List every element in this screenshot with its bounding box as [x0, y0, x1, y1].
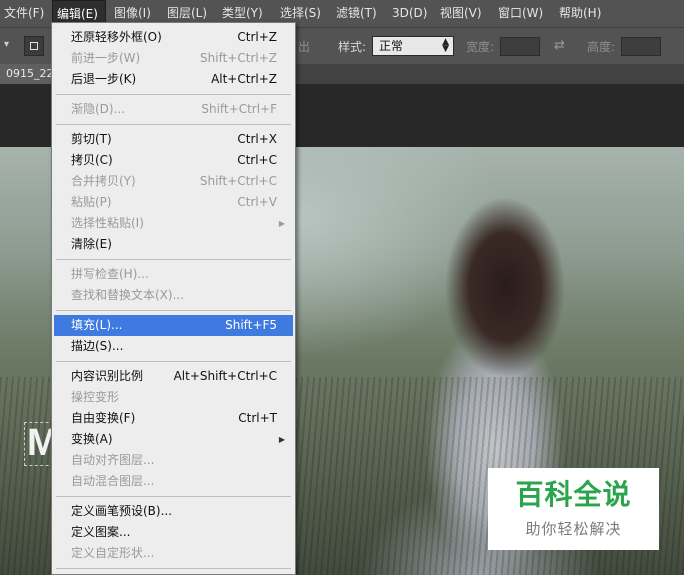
menu-item-shortcut: Shift+Ctrl+F: [201, 102, 277, 116]
menu-3d[interactable]: 3D(D): [388, 0, 431, 27]
height-label: 高度:: [587, 40, 616, 54]
menu-item-shortcut: Shift+Ctrl+C: [199, 174, 277, 188]
new-selection-icon[interactable]: [24, 36, 44, 56]
menu-item-define-custom-shape[interactable]: 定义自定形状...: [54, 543, 293, 564]
menu-item-auto-align-layers[interactable]: 自动对齐图层...: [54, 450, 293, 471]
menu-item-label: 自动混合图层...: [71, 474, 155, 488]
tool-preset-dropdown-icon[interactable]: ▾: [4, 39, 12, 51]
menu-separator: [56, 361, 291, 362]
menu-item-label: 定义图案...: [71, 525, 131, 539]
menu-item-copy[interactable]: 拷贝(C) Ctrl+C: [54, 150, 293, 171]
menu-item-shortcut: Alt+Shift+Ctrl+C: [173, 369, 277, 383]
menu-item-label: 描边(S)...: [71, 339, 124, 353]
menu-item-label: 自动对齐图层...: [71, 453, 155, 467]
swap-width-height-icon[interactable]: ⇄: [554, 38, 565, 53]
menu-item-shortcut: Ctrl+T: [238, 411, 277, 425]
menu-item-free-transform[interactable]: 自由变换(F) Ctrl+T: [54, 408, 293, 429]
menu-item-label: 拼写检查(H)...: [71, 267, 149, 281]
menu-item-transform[interactable]: 变换(A) ▶: [54, 429, 293, 450]
menu-item-cut[interactable]: 剪切(T) Ctrl+X: [54, 129, 293, 150]
menu-item-label: 前进一步(W): [71, 51, 141, 65]
menu-item-paste[interactable]: 粘贴(P) Ctrl+V: [54, 192, 293, 213]
document-tab[interactable]: 0915_22: [0, 64, 52, 84]
refine-edge-partial-label[interactable]: 出: [298, 38, 310, 55]
menu-item-shortcut: Ctrl+V: [237, 195, 277, 209]
menu-separator: [56, 259, 291, 260]
menu-item-label: 内容识别比例: [71, 369, 144, 383]
menu-item-label: 后退一步(K): [71, 72, 137, 86]
menu-item-shortcut: Shift+F5: [225, 318, 277, 332]
menu-separator: [56, 94, 291, 95]
menu-item-copy-merged[interactable]: 合并拷贝(Y) Shift+Ctrl+C: [54, 171, 293, 192]
menu-item-label: 粘贴(P): [71, 195, 112, 209]
menu-file[interactable]: 文件(F): [0, 0, 48, 27]
menu-item-label: 填充(L)...: [71, 318, 123, 332]
menu-item-label: 定义自定形状...: [71, 546, 155, 560]
text-layer-selection[interactable]: M: [24, 422, 54, 466]
menu-item-paste-special[interactable]: 选择性粘贴(I) ▶: [54, 213, 293, 234]
style-select[interactable]: 正常 ▲ ▼: [372, 36, 454, 56]
menu-separator: [56, 496, 291, 497]
menu-item-shortcut: Alt+Ctrl+Z: [211, 72, 277, 86]
menu-item-label: 清除(E): [71, 237, 112, 251]
menu-item-clear[interactable]: 清除(E): [54, 234, 293, 255]
height-input[interactable]: [621, 37, 661, 56]
watermark-subtitle: 助你轻松解决: [525, 520, 622, 538]
menu-item-shortcut: Ctrl+Z: [237, 30, 277, 44]
edit-menu-dropdown: 还原轻移外框(O) Ctrl+Z 前进一步(W) Shift+Ctrl+Z 后退…: [51, 22, 296, 575]
select-arrows-icon: ▲ ▼: [442, 37, 449, 54]
menu-item-label: 拷贝(C): [71, 153, 113, 167]
submenu-arrow-icon: ▶: [278, 435, 285, 444]
watermark-title: 百科全说: [515, 478, 632, 511]
menu-item-check-spelling[interactable]: 拼写检查(H)...: [54, 264, 293, 285]
menu-item-stroke[interactable]: 描边(S)...: [54, 336, 293, 357]
menu-help[interactable]: 帮助(H): [555, 0, 605, 27]
menu-item-define-pattern[interactable]: 定义图案...: [54, 522, 293, 543]
watermark: 百科全说 助你轻松解决: [488, 468, 659, 550]
menu-separator: [56, 124, 291, 125]
menu-item-label: 变换(A): [71, 432, 113, 446]
menu-item-shortcut: Shift+Ctrl+Z: [200, 51, 277, 65]
menu-item-label: 查找和替换文本(X)...: [71, 288, 185, 302]
menu-item-step-forward[interactable]: 前进一步(W) Shift+Ctrl+Z: [54, 48, 293, 69]
menu-separator: [56, 310, 291, 311]
menu-window[interactable]: 窗口(W): [494, 0, 547, 27]
menu-item-step-backward[interactable]: 后退一步(K) Alt+Ctrl+Z: [54, 69, 293, 90]
submenu-arrow-icon: ▶: [278, 219, 285, 228]
menu-item-label: 选择性粘贴(I): [71, 216, 144, 230]
text-layer-char: M: [27, 423, 53, 464]
menu-item-fade[interactable]: 渐隐(D)... Shift+Ctrl+F: [54, 99, 293, 120]
menu-item-label: 剪切(T): [71, 132, 112, 146]
width-input[interactable]: [500, 37, 540, 56]
menu-item-auto-blend-layers[interactable]: 自动混合图层...: [54, 471, 293, 492]
menu-item-define-brush[interactable]: 定义画笔预设(B)...: [54, 501, 293, 522]
style-label: 样式:: [338, 40, 367, 54]
menu-item-shortcut: Ctrl+C: [237, 153, 277, 167]
menu-filter[interactable]: 滤镜(T): [332, 0, 381, 27]
menu-item-label: 还原轻移外框(O): [71, 30, 162, 44]
menu-item-label: 合并拷贝(Y): [71, 174, 136, 188]
style-value: 正常: [379, 39, 404, 53]
menu-item-label: 渐隐(D)...: [71, 102, 126, 116]
menu-view[interactable]: 视图(V): [436, 0, 486, 27]
menu-item-puppet-warp[interactable]: 操控变形: [54, 387, 293, 408]
menu-separator: [56, 568, 291, 569]
menu-item-label: 定义画笔预设(B)...: [71, 504, 173, 518]
menu-item-shortcut: Ctrl+X: [237, 132, 277, 146]
menu-item-label: 操控变形: [71, 390, 120, 404]
menu-item-content-aware-scale[interactable]: 内容识别比例 Alt+Shift+Ctrl+C: [54, 366, 293, 387]
menu-item-label: 自由变换(F): [71, 411, 136, 425]
menu-item-fill[interactable]: 填充(L)... Shift+F5: [54, 315, 293, 336]
width-label: 宽度:: [466, 40, 495, 54]
menu-item-undo[interactable]: 还原轻移外框(O) Ctrl+Z: [54, 27, 293, 48]
menu-item-find-replace[interactable]: 查找和替换文本(X)...: [54, 285, 293, 306]
